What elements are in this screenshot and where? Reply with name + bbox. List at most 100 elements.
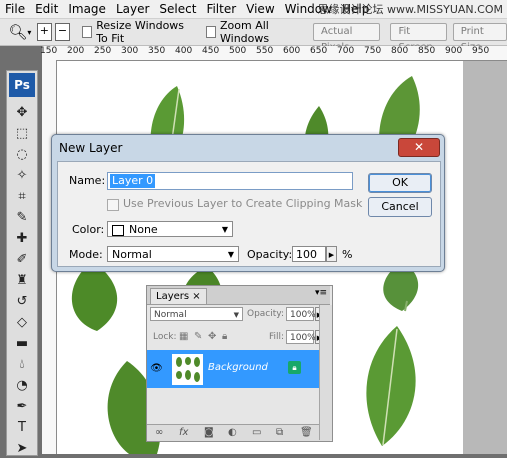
clipping-mask-label: Use Previous Layer to Create Clipping Ma… bbox=[123, 197, 363, 210]
ruler-tick: 900 bbox=[445, 46, 463, 56]
zoom-all-label: Zoom All Windows bbox=[220, 19, 270, 45]
layer-name-input[interactable]: Layer 0 bbox=[107, 172, 353, 190]
print-size-button[interactable]: Print Size bbox=[452, 23, 507, 53]
brush-tool-icon[interactable]: ✐ bbox=[9, 250, 35, 269]
clone-stamp-icon[interactable]: ♜ bbox=[9, 271, 35, 290]
mode-label: Mode: bbox=[69, 248, 103, 261]
menu-edit[interactable]: Edit bbox=[30, 0, 63, 18]
zoom-in-button[interactable]: + bbox=[36, 23, 52, 41]
ruler-tick: 550 bbox=[256, 46, 274, 56]
chevron-down-icon: ▾ bbox=[27, 27, 32, 37]
lock-all-icon[interactable]: 🔒︎ bbox=[222, 331, 227, 342]
ruler-tick: 700 bbox=[337, 46, 355, 56]
color-select[interactable]: None ▼ bbox=[107, 221, 233, 237]
healing-brush-icon[interactable]: ✚ bbox=[9, 229, 35, 248]
lasso-tool-icon[interactable]: ◌ bbox=[9, 145, 35, 164]
zoom-in-icon: + bbox=[39, 24, 49, 37]
eye-icon[interactable]: 👁︎ bbox=[150, 362, 163, 375]
type-tool-icon[interactable]: T bbox=[9, 418, 35, 437]
ruler-tick: 200 bbox=[67, 46, 85, 56]
opacity-stepper[interactable]: ▶ bbox=[326, 246, 337, 262]
menu-select[interactable]: Select bbox=[154, 0, 201, 18]
menu-filter[interactable]: Filter bbox=[201, 0, 241, 18]
tab-layers-label: Layers bbox=[156, 291, 190, 302]
tab-layers[interactable]: Layers × bbox=[150, 288, 207, 304]
layers-panel-tabbar: Layers × ▾≡ bbox=[147, 286, 330, 305]
magnifier-icon: 🔍︎ bbox=[8, 23, 28, 41]
lock-image-icon[interactable]: ✎ bbox=[194, 331, 202, 342]
close-icon: ✕ bbox=[413, 140, 425, 154]
move-tool-icon[interactable]: ✥ bbox=[9, 103, 35, 122]
resize-windows-checkbox[interactable] bbox=[82, 26, 93, 38]
panel-menu-icon[interactable]: ▾≡ bbox=[315, 288, 327, 298]
ruler-tick: 650 bbox=[310, 46, 328, 56]
fx-icon[interactable]: fx bbox=[179, 427, 188, 438]
layer-name: Background bbox=[208, 362, 268, 373]
tab-close-icon[interactable]: × bbox=[192, 291, 200, 302]
photoshop-logo: Ps bbox=[9, 73, 35, 97]
layers-scrollbar[interactable] bbox=[319, 305, 332, 440]
mode-value: Normal bbox=[112, 248, 152, 261]
canvas-pasteboard bbox=[463, 61, 507, 454]
adjustment-layer-icon[interactable]: ◐ bbox=[228, 427, 237, 438]
lock-label: Lock: bbox=[153, 332, 177, 342]
menu-image[interactable]: Image bbox=[63, 0, 111, 18]
lock-position-icon[interactable]: ✥ bbox=[208, 331, 216, 342]
blend-mode-value: Normal bbox=[154, 310, 187, 320]
fill-label: Fill: bbox=[269, 332, 285, 342]
ruler-tick: 750 bbox=[364, 46, 382, 56]
cancel-button[interactable]: Cancel bbox=[368, 197, 432, 217]
layer-row-background[interactable]: 👁︎ Background 🔒︎ bbox=[147, 350, 330, 388]
eyedropper-icon[interactable]: ✎ bbox=[9, 208, 35, 227]
dialog-body: Name: Layer 0 OK Cancel Use Previous Lay… bbox=[57, 161, 441, 267]
menu-layer[interactable]: Layer bbox=[111, 0, 154, 18]
magic-wand-icon[interactable]: ✧ bbox=[9, 166, 35, 185]
menu-view[interactable]: View bbox=[241, 0, 279, 18]
actual-pixels-button[interactable]: Actual Pixels bbox=[313, 23, 381, 53]
zoom-all-checkbox[interactable] bbox=[205, 26, 217, 38]
marquee-tool-icon[interactable]: ⬚ bbox=[9, 124, 35, 143]
opacity-input[interactable]: 100 bbox=[292, 246, 326, 262]
ruler-tick: 600 bbox=[283, 46, 301, 56]
dodge-tool-icon[interactable]: ◔ bbox=[9, 376, 35, 395]
zoom-out-button[interactable]: − bbox=[54, 23, 70, 41]
ruler-tick: 800 bbox=[391, 46, 409, 56]
fit-screen-button[interactable]: Fit Screen bbox=[390, 23, 447, 53]
mode-select[interactable]: Normal ▼ bbox=[107, 246, 239, 262]
menu-bar: File Edit Image Layer Select Filter View… bbox=[0, 0, 507, 19]
lock-transparency-icon[interactable]: ▦ bbox=[179, 331, 188, 342]
layer-opacity-input[interactable]: 100% bbox=[286, 307, 316, 321]
new-group-icon[interactable]: ▭ bbox=[252, 427, 261, 438]
delete-layer-icon[interactable]: 🗑︎ bbox=[300, 427, 313, 438]
crop-tool-icon[interactable]: ⌗ bbox=[9, 187, 35, 206]
leaves-thumbnail bbox=[176, 357, 200, 382]
blur-tool-icon[interactable]: 💧︎ bbox=[9, 355, 35, 374]
layer-name-value: Layer 0 bbox=[110, 174, 156, 188]
clipping-mask-checkbox[interactable] bbox=[107, 199, 119, 211]
opacity-unit: % bbox=[342, 248, 353, 261]
path-selection-icon[interactable]: ➤ bbox=[9, 439, 35, 458]
options-bar: 🔍︎ ▾ + − Resize Windows To Fit Zoom All W… bbox=[0, 19, 507, 53]
fill-input[interactable]: 100% bbox=[286, 330, 316, 344]
gradient-tool-icon[interactable]: ▬ bbox=[9, 334, 35, 353]
add-mask-icon[interactable]: ◙ bbox=[204, 427, 214, 438]
new-layer-icon[interactable]: ⧉ bbox=[276, 427, 283, 438]
pen-tool-icon[interactable]: ✒ bbox=[9, 397, 35, 416]
layer-opacity-label: Opacity: bbox=[247, 309, 284, 319]
tool-preset-picker[interactable]: 🔍︎ ▾ bbox=[6, 21, 34, 43]
dialog-title: New Layer bbox=[59, 141, 123, 155]
eraser-tool-icon[interactable]: ◇ bbox=[9, 313, 35, 332]
layers-panel: Layers × ▾≡ Normal ▼ Opacity: 100% ▶ Loc… bbox=[146, 285, 333, 442]
history-brush-icon[interactable]: ↺ bbox=[9, 292, 35, 311]
dialog-close-button[interactable]: ✕ bbox=[398, 138, 440, 157]
menu-file[interactable]: File bbox=[0, 0, 30, 18]
blend-mode-select[interactable]: Normal ▼ bbox=[150, 307, 243, 321]
chevron-down-icon: ▼ bbox=[233, 311, 239, 319]
chevron-right-icon: ▶ bbox=[328, 251, 335, 259]
chevron-down-icon: ▼ bbox=[227, 250, 234, 259]
color-swatch bbox=[112, 224, 124, 236]
toolbox: Ps ✥ ⬚ ◌ ✧ ⌗ ✎ ✚ ✐ ♜ ↺ ◇ ▬ 💧︎ ◔ ✒ T ➤ bbox=[6, 70, 38, 456]
ok-button[interactable]: OK bbox=[368, 173, 432, 193]
color-value: None bbox=[129, 223, 158, 236]
link-layers-icon[interactable]: ∞ bbox=[155, 427, 163, 438]
